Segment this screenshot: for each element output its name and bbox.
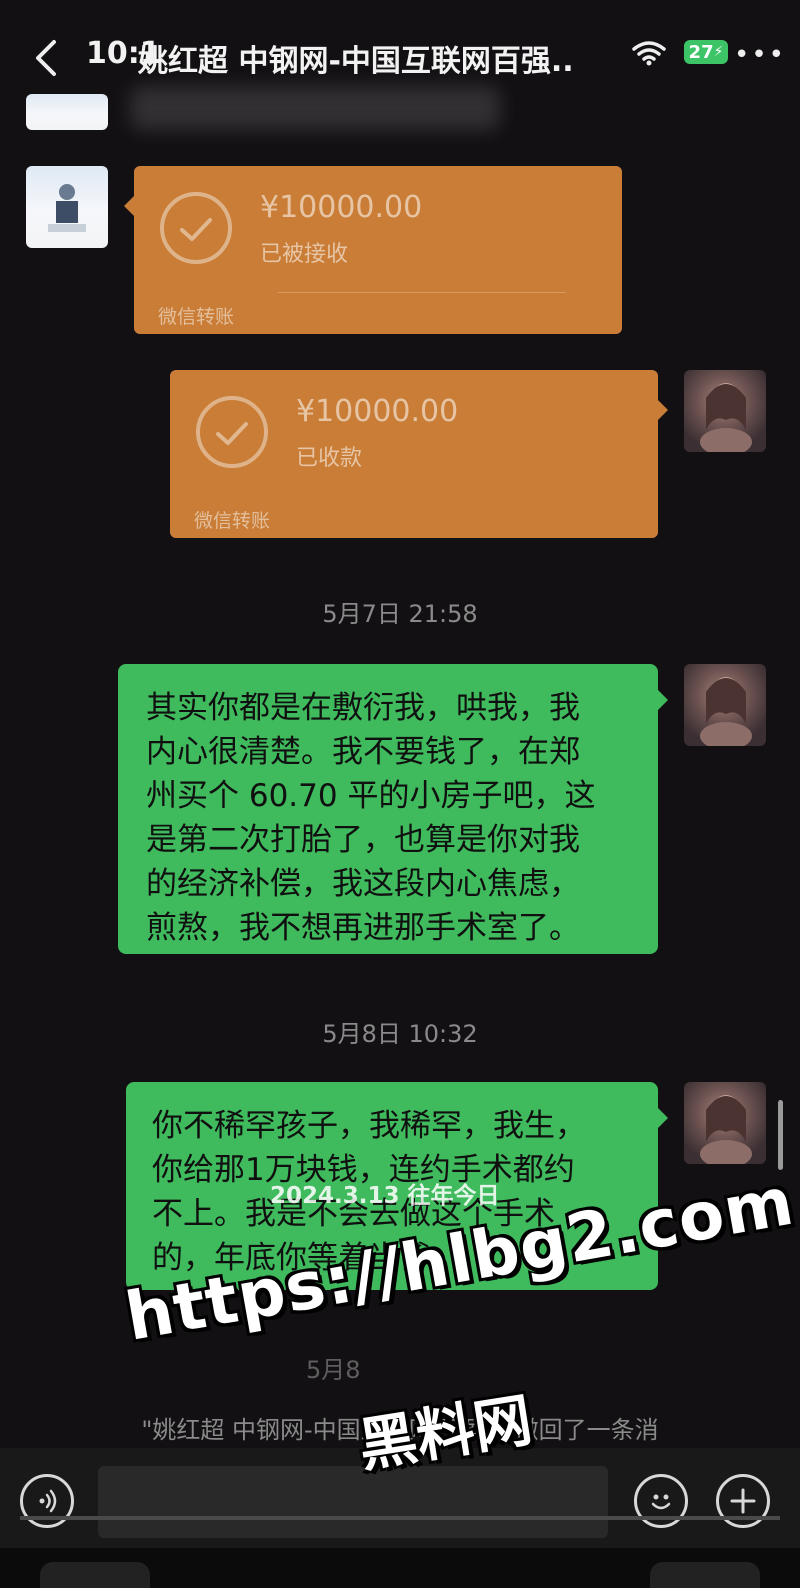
message-line: 是第二次打胎了，也算是你对我: [146, 822, 580, 858]
chevron-left-icon: [36, 40, 56, 76]
avatar[interactable]: [684, 1082, 766, 1164]
bubble-tail: [124, 196, 134, 216]
nav-element: [650, 1562, 760, 1588]
message-line: 其实你都是在敷衍我，哄我，我: [146, 690, 580, 726]
message-timestamp: 5月7日 21:58: [322, 600, 478, 628]
wifi-icon: [632, 40, 666, 70]
scrollbar[interactable]: [778, 1100, 783, 1170]
back-button[interactable]: [26, 30, 66, 86]
progress-line: [20, 1516, 780, 1520]
more-menu-icon[interactable]: •••: [734, 40, 786, 70]
message-line: 内心很清楚。我不要钱了，在郑: [146, 734, 580, 770]
avatar[interactable]: [684, 664, 766, 746]
message-input[interactable]: [98, 1466, 608, 1538]
transfer-status: 已被接收: [260, 242, 349, 267]
message-line: 州买个 60.70 平的小房子吧，这: [146, 778, 596, 814]
transfer-status: 已收款: [296, 446, 363, 471]
message-timestamp: 5月8日 10:32: [322, 1020, 478, 1048]
date-watermark: 2024.3.13 往年今日: [270, 1183, 500, 1209]
nav-element: [40, 1562, 150, 1588]
blurred-message: [130, 86, 500, 130]
avatar[interactable]: [684, 370, 766, 452]
avatar[interactable]: [26, 166, 108, 248]
message-timestamp: 5月8: [306, 1356, 361, 1384]
transfer-amount: ¥10000.00: [296, 394, 459, 429]
battery-level: 27: [688, 41, 714, 63]
avatar[interactable]: [26, 94, 108, 130]
bubble-tail: [658, 400, 668, 420]
transfer-card-received[interactable]: ¥10000.00 已被接收 微信转账: [124, 166, 622, 334]
transfer-amount: ¥10000.00: [260, 190, 423, 225]
transfer-card-collected[interactable]: ¥10000.00 已收款 微信转账: [170, 370, 668, 538]
message-line: 你不稀罕孩子，我稀罕，我生，: [152, 1108, 586, 1144]
check-icon: [160, 192, 232, 264]
check-icon: [196, 396, 268, 468]
message-line: 的经济补偿，我这段内心焦虑，: [146, 866, 580, 902]
message-line: 煎熬，我不想再进那手术室了。: [146, 910, 580, 946]
chat-title: 姚红超 中钢网-中国互联网百强..: [138, 44, 574, 79]
battery-icon: 27 ⚡: [684, 40, 728, 64]
message-bubble[interactable]: 其实你都是在敷衍我，哄我，我 内心很清楚。我不要钱了，在郑 州买个 60.70 …: [118, 664, 668, 954]
bubble-tail: [658, 690, 668, 710]
transfer-footer: 微信转账: [194, 510, 271, 532]
emoji-icon: [651, 1494, 671, 1510]
bubble-tail: [658, 1108, 668, 1128]
plus-icon: [730, 1488, 756, 1514]
divider: [278, 292, 566, 293]
transfer-footer: 微信转账: [158, 306, 235, 328]
voice-icon: [39, 1489, 57, 1513]
